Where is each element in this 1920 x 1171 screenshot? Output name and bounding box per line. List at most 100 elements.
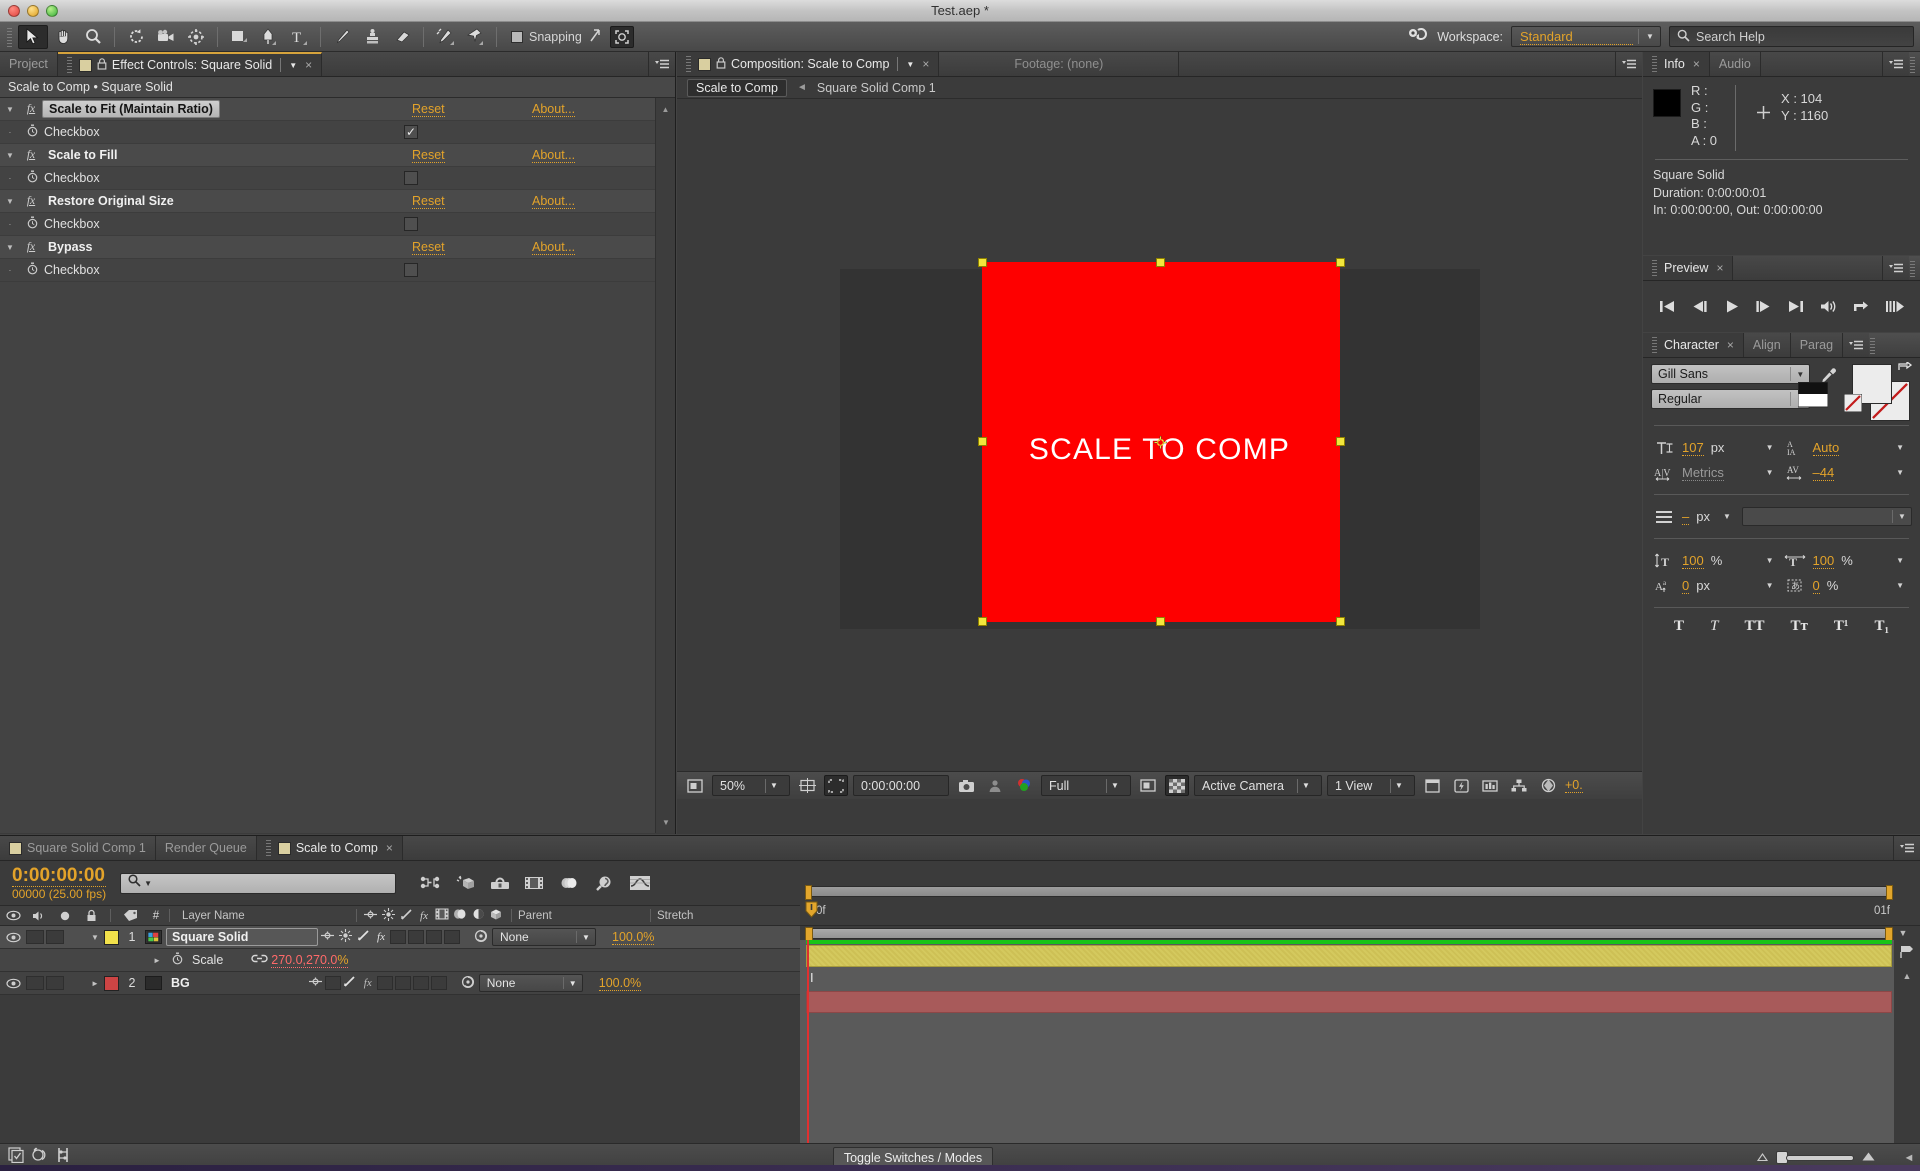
selection-handle-mr[interactable] xyxy=(1335,437,1345,446)
selection-handle-tl[interactable] xyxy=(977,258,987,267)
tab-preview[interactable]: Preview × xyxy=(1643,256,1734,280)
timeline-zoom-slider[interactable] xyxy=(1756,1149,1876,1167)
snapping-checkbox[interactable] xyxy=(511,30,523,43)
work-area-bar[interactable] xyxy=(800,881,1920,901)
param-checkbox[interactable]: ✓ xyxy=(404,125,418,139)
tab-paragraph[interactable]: Parag xyxy=(1790,333,1844,357)
pen-tool[interactable] xyxy=(254,25,284,49)
composition-mini-flowchart-icon[interactable] xyxy=(420,875,442,891)
effect-reset-link[interactable]: Reset xyxy=(412,148,445,163)
timeline-zoom-scrollbar[interactable]: ▼ xyxy=(800,926,1920,942)
last-frame-icon[interactable] xyxy=(1787,299,1805,314)
effect-param-row[interactable]: · Checkbox ✓ xyxy=(0,121,655,144)
default-fill-stroke-icon[interactable] xyxy=(1798,382,1829,408)
layer-name[interactable]: BG xyxy=(166,975,195,991)
anchor-point-icon[interactable] xyxy=(1153,436,1167,449)
composition-viewer[interactable]: SCALE TO COMP 50% ▼ 0:00:00:00 Full ▼ Ac… xyxy=(677,99,1642,799)
chevron-down-icon[interactable]: ▼ xyxy=(1766,468,1782,477)
work-area-end-handle[interactable] xyxy=(1886,884,1893,900)
zoom-out-icon[interactable] xyxy=(1756,1149,1769,1167)
quality-toggle[interactable] xyxy=(354,929,372,945)
work-area-start-handle[interactable] xyxy=(805,884,812,900)
close-icon[interactable]: × xyxy=(386,841,393,855)
subscript-button[interactable]: T₁ xyxy=(1874,618,1889,635)
type-tool[interactable]: T xyxy=(284,25,314,49)
layer-label-color[interactable] xyxy=(104,929,119,945)
grid-guides-icon[interactable] xyxy=(795,775,819,796)
no-fill-icon[interactable] xyxy=(1844,394,1863,412)
graph-editor-icon[interactable] xyxy=(629,875,651,891)
panel-grip[interactable] xyxy=(1909,55,1917,73)
parent-pickwhip-icon[interactable] xyxy=(470,929,492,946)
selection-tool[interactable] xyxy=(18,24,48,49)
panel-grip[interactable] xyxy=(1909,259,1917,277)
lock-icon[interactable] xyxy=(716,56,726,72)
twirl-right-icon[interactable]: ► xyxy=(148,956,166,965)
zoom-tool[interactable] xyxy=(78,25,108,49)
chevron-down-icon[interactable]: ▼ xyxy=(1896,468,1912,477)
snapping-control[interactable]: Snapping xyxy=(511,27,604,46)
scroll-up-icon[interactable]: ▲ xyxy=(1894,971,1920,981)
all-caps-button[interactable]: TT xyxy=(1744,618,1764,635)
effects-toggle[interactable]: fx xyxy=(372,931,390,943)
font-family-select[interactable]: Gill Sans ▼ xyxy=(1651,364,1811,384)
pixel-aspect-icon[interactable] xyxy=(1420,775,1444,796)
show-snapshot-icon[interactable] xyxy=(983,775,1007,796)
zoom-slider-track[interactable] xyxy=(1785,1154,1854,1161)
previous-frame-icon[interactable] xyxy=(1691,299,1709,314)
tab-composition[interactable]: Composition: Scale to Comp ▼ × xyxy=(677,52,940,76)
camera-tool[interactable] xyxy=(151,25,181,49)
region-of-interest-icon[interactable] xyxy=(824,775,848,796)
panel-menu-button[interactable] xyxy=(1883,256,1909,280)
quality-toggle[interactable] xyxy=(341,975,359,991)
effect-header-row[interactable]: ▼ fx Restore Original Size Reset About..… xyxy=(0,190,655,213)
link-dimensions-icon[interactable] xyxy=(247,953,271,967)
always-preview-icon[interactable] xyxy=(683,775,707,796)
effect-header-row[interactable]: ▼ fx Bypass Reset About... xyxy=(0,236,655,259)
tab-info[interactable]: Info × xyxy=(1643,52,1710,76)
effect-param-row[interactable]: · Checkbox xyxy=(0,213,655,236)
panel-menu-button[interactable] xyxy=(1883,52,1909,76)
current-time-group[interactable]: 0:00:00:00 00000 (25.00 fps) xyxy=(12,865,107,901)
close-icon[interactable]: × xyxy=(922,57,929,71)
stroke-width-value[interactable]: – xyxy=(1682,509,1690,525)
table-row[interactable]: ► 2 BG fx None ▼ 100.0% xyxy=(0,972,800,995)
current-time-display[interactable]: 0:00:00:00 xyxy=(853,775,949,796)
panel-menu-button[interactable] xyxy=(649,52,675,76)
draft-3d-icon[interactable] xyxy=(456,875,476,892)
exposure-value[interactable]: +0. xyxy=(1565,778,1583,793)
effect-param-row[interactable]: · Checkbox xyxy=(0,259,655,282)
brainstorm-icon[interactable] xyxy=(594,875,615,892)
param-checkbox[interactable] xyxy=(404,263,418,277)
chevron-down-icon[interactable]: ▼ xyxy=(289,61,297,70)
effect-about-link[interactable]: About... xyxy=(532,102,576,117)
swap-fill-stroke-icon[interactable] xyxy=(1898,360,1913,378)
workspace-select[interactable]: Standard ▼ xyxy=(1511,26,1661,47)
shape-tool[interactable] xyxy=(224,25,254,49)
chevron-down-icon[interactable]: ▼ xyxy=(1766,556,1782,565)
effect-controls-scrollbar[interactable]: ▲ ▼ xyxy=(655,98,675,833)
stopwatch-icon[interactable] xyxy=(20,216,44,232)
eraser-tool[interactable] xyxy=(387,25,417,49)
hide-shy-layers-icon[interactable] xyxy=(490,875,510,891)
layer-name[interactable]: Square Solid xyxy=(166,928,318,946)
tab-character[interactable]: Character × xyxy=(1643,333,1744,357)
brush-tool[interactable] xyxy=(327,25,357,49)
puppet-pin-tool[interactable] xyxy=(460,25,490,49)
effect-param-row[interactable]: · Checkbox xyxy=(0,167,655,190)
faux-bold-button[interactable]: T xyxy=(1674,618,1684,635)
tsume-value[interactable]: 0 xyxy=(1812,578,1820,594)
fast-previews-icon[interactable] xyxy=(1449,775,1473,796)
timeline-scroll-track[interactable] xyxy=(805,926,1893,942)
work-area-track[interactable] xyxy=(805,884,1893,900)
comp-marker-icon[interactable] xyxy=(1894,944,1920,965)
tab-scale-to-comp[interactable]: Scale to Comp × xyxy=(256,836,403,860)
layer-parent-select[interactable]: None ▼ xyxy=(478,974,583,992)
effect-about-link[interactable]: About... xyxy=(532,194,576,209)
motion-blur-toggle[interactable] xyxy=(408,930,424,944)
selection-handle-bc[interactable] xyxy=(1155,617,1165,626)
effect-header-row[interactable]: ▼ fx Scale to Fit (Maintain Ratio) Reset… xyxy=(0,98,655,121)
breadcrumb-current[interactable]: Scale to Comp xyxy=(687,78,787,97)
chevron-down-icon[interactable]: ▼ xyxy=(144,879,152,888)
search-help-input[interactable]: Search Help xyxy=(1669,26,1914,47)
